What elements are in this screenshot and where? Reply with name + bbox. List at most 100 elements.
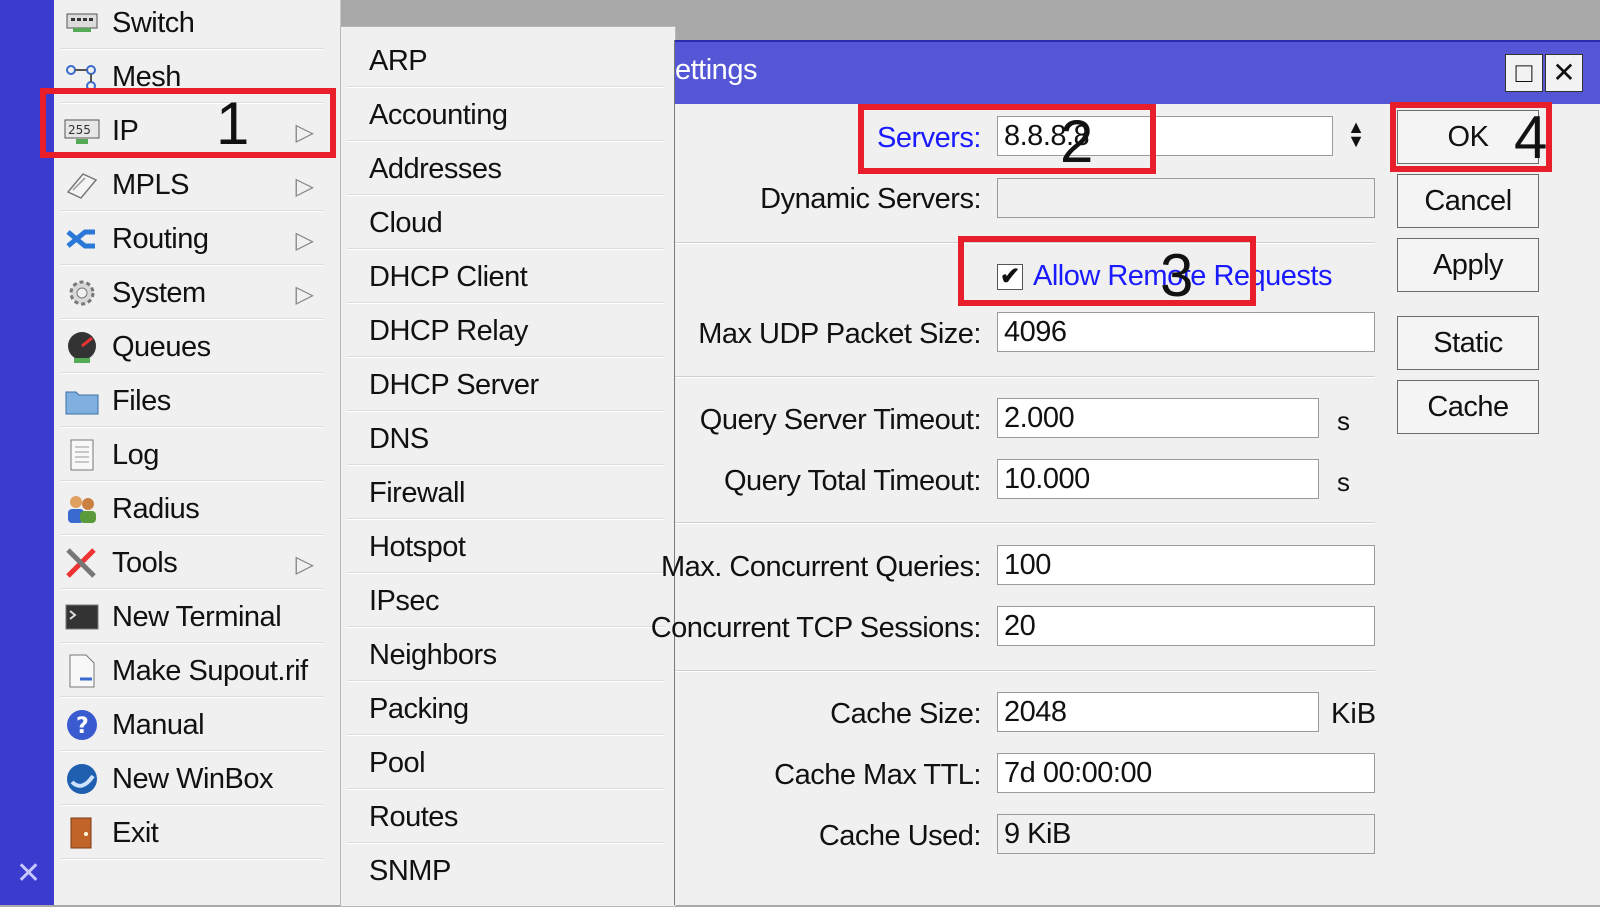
menu-item-queues[interactable]: Queues <box>54 320 330 374</box>
menu-item-make-supout[interactable]: Make Supout.rif <box>54 644 330 698</box>
menu-item-label: Make Supout.rif <box>112 654 308 687</box>
submenu-item-addresses[interactable]: Addresses <box>341 142 671 196</box>
divider <box>675 376 1375 378</box>
menu-item-label: Queues <box>112 330 211 363</box>
max-udp-packet-size-label: Max UDP Packet Size: <box>698 318 981 350</box>
menu-item-label: Files <box>112 384 171 417</box>
submenu-item-arp[interactable]: ARP <box>341 34 671 88</box>
menu-item-new-winbox[interactable]: New WinBox <box>54 752 330 806</box>
maximize-button[interactable]: □ <box>1505 54 1543 92</box>
cache-used-field: 9 KiB <box>997 814 1375 854</box>
submenu-item-label: Pool <box>369 746 426 779</box>
queues-icon <box>64 329 100 365</box>
menu-item-manual[interactable]: ? Manual <box>54 698 330 752</box>
submenu-arrow-icon: ▷ <box>295 227 314 254</box>
concurrent-tcp-sessions-label: Concurrent TCP Sessions: <box>650 612 982 644</box>
tools-icon <box>64 545 100 581</box>
menu-item-tools[interactable]: Tools ▷ <box>54 536 330 590</box>
submenu-item-neighbors[interactable]: Neighbors <box>341 628 671 682</box>
submenu-item-dns[interactable]: DNS <box>341 412 671 466</box>
dialog-titlebar[interactable]: ettings □ ✕ <box>675 40 1600 104</box>
menu-item-label: New Terminal <box>112 600 282 633</box>
close-icon[interactable]: ✕ <box>16 859 41 889</box>
users-icon <box>64 491 100 527</box>
menu-item-log[interactable]: Log <box>54 428 330 482</box>
submenu-item-pool[interactable]: Pool <box>341 736 671 790</box>
dialog-title: ettings <box>675 54 757 86</box>
cache-max-ttl-input[interactable]: 7d 00:00:00 <box>997 753 1375 793</box>
cache-size-input[interactable]: 2048 <box>997 692 1319 732</box>
routing-icon <box>64 221 100 257</box>
updown-arrows-icon[interactable]: ▲ ▼ <box>1343 118 1369 150</box>
folder-icon <box>64 383 100 419</box>
submenu-item-cloud[interactable]: Cloud <box>341 196 671 250</box>
submenu-item-label: DNS <box>369 422 429 455</box>
menu-item-new-terminal[interactable]: New Terminal <box>54 590 330 644</box>
menu-item-exit[interactable]: Exit <box>54 806 330 860</box>
query-total-timeout-input[interactable]: 10.000 <box>997 459 1319 499</box>
submenu-arrow-icon: ▷ <box>295 281 314 308</box>
max-udp-packet-size-input[interactable]: 4096 <box>997 312 1375 352</box>
menu-item-files[interactable]: Files <box>54 374 330 428</box>
cache-button[interactable]: Cache <box>1397 380 1539 434</box>
maximize-icon: □ <box>1515 57 1533 88</box>
submenu-item-snmp[interactable]: SNMP <box>341 844 671 898</box>
cache-max-ttl-label: Cache Max TTL: <box>774 759 981 791</box>
submenu-item-hotspot[interactable]: Hotspot <box>341 520 671 574</box>
menu-item-routing[interactable]: Routing ▷ <box>54 212 330 266</box>
step-number-1: 1 <box>216 90 250 157</box>
submenu-item-label: DHCP Client <box>369 260 528 293</box>
close-icon: ✕ <box>1552 57 1576 88</box>
submenu-item-accounting[interactable]: Accounting <box>341 88 671 142</box>
submenu-item-dhcp-server[interactable]: DHCP Server <box>341 358 671 412</box>
log-icon <box>64 437 100 473</box>
submenu-item-packing[interactable]: Packing <box>341 682 671 736</box>
menu-item-radius[interactable]: Radius <box>54 482 330 536</box>
divider <box>60 858 324 860</box>
query-server-timeout-input[interactable]: 2.000 <box>997 398 1319 438</box>
menu-item-label: Routing <box>112 222 209 255</box>
ip-submenu: ARP Accounting Addresses Cloud DHCP Clie… <box>340 26 676 907</box>
divider <box>675 670 1375 672</box>
step-number-4: 4 <box>1514 104 1548 171</box>
query-server-timeout-label: Query Server Timeout: <box>699 404 982 436</box>
submenu-item-dhcp-client[interactable]: DHCP Client <box>341 250 671 304</box>
dynamic-servers-label: Dynamic Servers: <box>760 183 981 215</box>
menu-item-system[interactable]: System ▷ <box>54 266 330 320</box>
menu-item-label: Exit <box>112 816 159 849</box>
max-concurrent-queries-input[interactable]: 100 <box>997 545 1375 585</box>
terminal-icon <box>64 599 100 635</box>
menu-item-label: Radius <box>112 492 200 525</box>
step-number-3: 3 <box>1160 242 1194 309</box>
help-icon: ? <box>64 707 100 743</box>
menu-item-label: Log <box>112 438 159 471</box>
submenu-arrow-icon: ▷ <box>295 173 314 200</box>
static-button[interactable]: Static <box>1397 316 1539 370</box>
submenu-item-label: Neighbors <box>369 638 497 671</box>
concurrent-tcp-sessions-input[interactable]: 20 <box>997 606 1375 646</box>
cancel-button[interactable]: Cancel <box>1397 174 1539 228</box>
gear-icon <box>64 275 100 311</box>
document-icon <box>64 653 100 689</box>
close-button[interactable]: ✕ <box>1545 54 1583 92</box>
menu-item-label: New WinBox <box>112 762 274 795</box>
winbox-icon <box>64 761 100 797</box>
apply-button[interactable]: Apply <box>1397 238 1539 292</box>
menu-item-switch[interactable]: Switch <box>54 0 330 50</box>
submenu-item-label: SNMP <box>369 854 451 887</box>
menu-item-label: Tools <box>112 546 178 579</box>
query-total-timeout-unit: s <box>1337 467 1350 497</box>
highlight-step-1 <box>40 88 336 158</box>
dynamic-servers-field <box>997 178 1375 218</box>
cache-used-label: Cache Used: <box>818 820 982 852</box>
menu-item-label: Manual <box>112 708 205 741</box>
submenu-item-firewall[interactable]: Firewall <box>341 466 671 520</box>
step-number-2: 2 <box>1060 108 1094 175</box>
submenu-item-label: DHCP Relay <box>369 314 528 347</box>
submenu-item-ipsec[interactable]: IPsec <box>341 574 671 628</box>
submenu-item-routes[interactable]: Routes <box>341 790 671 844</box>
query-total-timeout-label: Query Total Timeout: <box>723 465 982 497</box>
submenu-item-label: IPsec <box>369 584 440 617</box>
menu-item-mpls[interactable]: MPLS ▷ <box>54 158 330 212</box>
submenu-item-dhcp-relay[interactable]: DHCP Relay <box>341 304 671 358</box>
